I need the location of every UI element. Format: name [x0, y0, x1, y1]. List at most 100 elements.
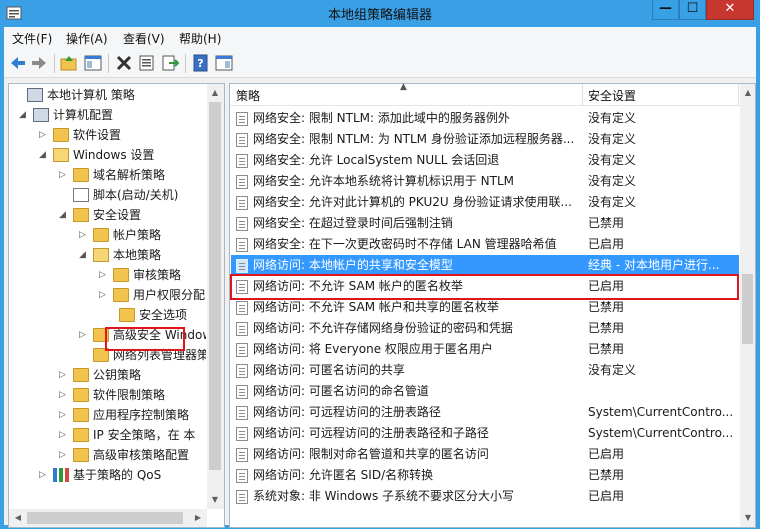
collapse-icon[interactable]: ◢: [59, 205, 69, 225]
policy-icon: [236, 427, 248, 441]
folder-icon: [73, 408, 89, 422]
scroll-up-icon[interactable]: ▲: [740, 85, 756, 101]
expand-icon[interactable]: ▷: [39, 125, 49, 145]
expand-icon[interactable]: ▷: [59, 405, 69, 425]
menu-action[interactable]: 操作(A): [66, 30, 108, 47]
tree-scroll-thumb[interactable]: [209, 102, 221, 470]
folder-icon: [119, 308, 135, 322]
policy-row[interactable]: 网络访问: 可远程访问的注册表路径和子路径 System\CurrentContr…: [231, 423, 739, 444]
policy-row[interactable]: 网络访问: 将 Everyone 权限应用于匿名用户 已禁用: [231, 339, 739, 360]
policy-row[interactable]: 网络访问: 不允许 SAM 帐户和共享的匿名枚举 已禁用: [231, 297, 739, 318]
folder-icon: [113, 288, 129, 302]
policy-row[interactable]: 网络安全: 允许 LocalSystem NULL 会话回退 没有定义: [231, 150, 739, 171]
maximize-button[interactable]: ☐: [679, 0, 706, 20]
collapse-icon[interactable]: ◢: [79, 245, 89, 265]
policy-icon: [236, 133, 248, 147]
expand-icon[interactable]: ▷: [79, 325, 89, 345]
policy-setting: 已启用: [588, 489, 625, 503]
policy-icon: [236, 364, 248, 378]
list-scroll-thumb[interactable]: [742, 274, 753, 344]
policy-row[interactable]: 网络安全: 允许本地系统将计算机标识用于 NTLM 没有定义: [231, 171, 739, 192]
show-pane-icon[interactable]: [215, 54, 233, 72]
close-button[interactable]: ✕: [706, 0, 754, 20]
policy-row[interactable]: 网络安全: 在下一次更改密码时不存储 LAN 管理器哈希值 已启用: [231, 234, 739, 255]
delete-icon[interactable]: [115, 54, 133, 72]
toolbar: ?: [4, 49, 756, 78]
export-icon[interactable]: [161, 54, 179, 72]
expand-icon[interactable]: ▷: [59, 165, 69, 185]
policy-row[interactable]: 网络访问: 限制对命名管道和共享的匿名访问 已启用: [231, 444, 739, 465]
tree-item-label: 应用程序控制策略: [93, 408, 190, 422]
scroll-down-icon[interactable]: ▼: [207, 492, 223, 508]
computer-icon: [33, 108, 49, 122]
policy-icon: [236, 490, 248, 504]
list-vertical-scrollbar[interactable]: ▲ ▼: [740, 84, 755, 527]
policy-icon: [236, 238, 248, 252]
script-icon: [73, 188, 89, 202]
collapse-icon[interactable]: ◢: [39, 145, 49, 165]
help-icon[interactable]: ?: [192, 54, 210, 72]
back-icon[interactable]: [9, 54, 27, 72]
title-bar[interactable]: 本地组策略编辑器 — ☐ ✕: [0, 0, 760, 27]
policy-icon: [236, 469, 248, 483]
policy-icon: [236, 301, 248, 315]
folder-open-icon: [53, 148, 69, 162]
policy-icon: [236, 217, 248, 231]
policy-row[interactable]: 系统对象: 非 Windows 子系统不要求区分大小写 已启用: [231, 486, 739, 507]
policy-row[interactable]: 网络安全: 允许对此计算机的 PKU2U 身份验证请求使用联... 没有定义: [231, 192, 739, 213]
policy-name: 网络安全: 允许 LocalSystem NULL 会话回退: [253, 153, 500, 167]
tree-horizontal-scrollbar[interactable]: ◀ ▶: [9, 509, 207, 527]
scroll-right-icon[interactable]: ▶: [190, 510, 206, 526]
properties-icon[interactable]: [138, 54, 156, 72]
policy-setting: 没有定义: [588, 195, 637, 209]
policy-setting: 已禁用: [588, 342, 625, 356]
folder-open-icon: [93, 248, 109, 262]
menu-help[interactable]: 帮助(H): [179, 30, 221, 47]
policy-row[interactable]: 网络安全: 限制 NTLM: 添加此域中的服务器例外 没有定义: [231, 108, 739, 129]
toolbar-separator: [54, 54, 55, 73]
policy-row[interactable]: 网络访问: 可远程访问的注册表路径 System\CurrentContro...: [231, 402, 739, 423]
policy-row[interactable]: 网络访问: 不允许存储网络身份验证的密码和凭据 已禁用: [231, 318, 739, 339]
menu-file[interactable]: 文件(F): [12, 30, 52, 47]
policy-setting: 没有定义: [588, 132, 637, 146]
policy-name: 网络访问: 可远程访问的注册表路径和子路径: [253, 426, 489, 440]
tree-hscroll-thumb[interactable]: [27, 512, 183, 524]
tree-item-label: 安全设置: [93, 208, 142, 222]
folder-icon: [73, 388, 89, 402]
expand-icon[interactable]: ▷: [59, 365, 69, 385]
up-folder-icon[interactable]: [60, 54, 78, 72]
minimize-icon: —: [659, 1, 672, 16]
policy-icon: [236, 406, 248, 420]
policy-row[interactable]: 网络安全: 限制 NTLM: 为 NTLM 身份验证添加远程服务器... 没有定义: [231, 129, 739, 150]
scroll-up-icon[interactable]: ▲: [207, 85, 223, 101]
scroll-down-icon[interactable]: ▼: [740, 510, 756, 526]
window-title: 本地组策略编辑器: [327, 8, 432, 23]
policy-icon: [236, 196, 248, 210]
expand-icon[interactable]: ▷: [99, 285, 109, 305]
show-hide-tree-icon[interactable]: [84, 54, 102, 72]
expand-icon[interactable]: ▷: [99, 265, 109, 285]
expand-icon[interactable]: ▷: [39, 465, 49, 485]
expand-icon[interactable]: ▷: [59, 445, 69, 465]
collapse-icon[interactable]: ◢: [19, 105, 29, 125]
console-tree[interactable]: 本地计算机 策略 ◢ 计算机配置 ▷ 软件设置 ◢ Windows 设置 ▷ 域名解析策略 脚本(…: [8, 83, 225, 528]
policy-row[interactable]: 网络访问: 本地帐户的共享和安全模型 经典 - 对本地用户进行...: [231, 255, 739, 276]
tree-item-label: 本地策略: [113, 248, 162, 262]
policy-row[interactable]: 网络访问: 允许匿名 SID/名称转换 已禁用: [231, 465, 739, 486]
policy-list[interactable]: ▲ 策略 安全设置 网络安全: 限制 NTLM: 添加此域中的服务器例外 没有定义…: [229, 82, 756, 528]
scroll-left-icon[interactable]: ◀: [10, 510, 26, 526]
menu-view[interactable]: 查看(V): [123, 30, 165, 47]
tree-vertical-scrollbar[interactable]: ▲ ▼: [207, 84, 224, 509]
toolbar-separator: [185, 54, 186, 73]
policy-row[interactable]: 网络访问: 可匿名访问的命名管道: [231, 381, 739, 402]
expand-icon[interactable]: ▷: [79, 225, 89, 245]
policy-row[interactable]: 网络访问: 可匿名访问的共享 没有定义: [231, 360, 739, 381]
policy-setting: 经典 - 对本地用户进行...: [588, 258, 720, 272]
tree-item-label: 审核策略: [133, 268, 182, 282]
policy-row[interactable]: 网络安全: 在超过登录时间后强制注销 已禁用: [231, 213, 739, 234]
expand-icon[interactable]: ▷: [59, 425, 69, 445]
tree-item-label: Windows 设置: [73, 148, 155, 162]
forward-icon[interactable]: [30, 54, 48, 72]
minimize-button[interactable]: —: [652, 0, 679, 20]
expand-icon[interactable]: ▷: [59, 385, 69, 405]
